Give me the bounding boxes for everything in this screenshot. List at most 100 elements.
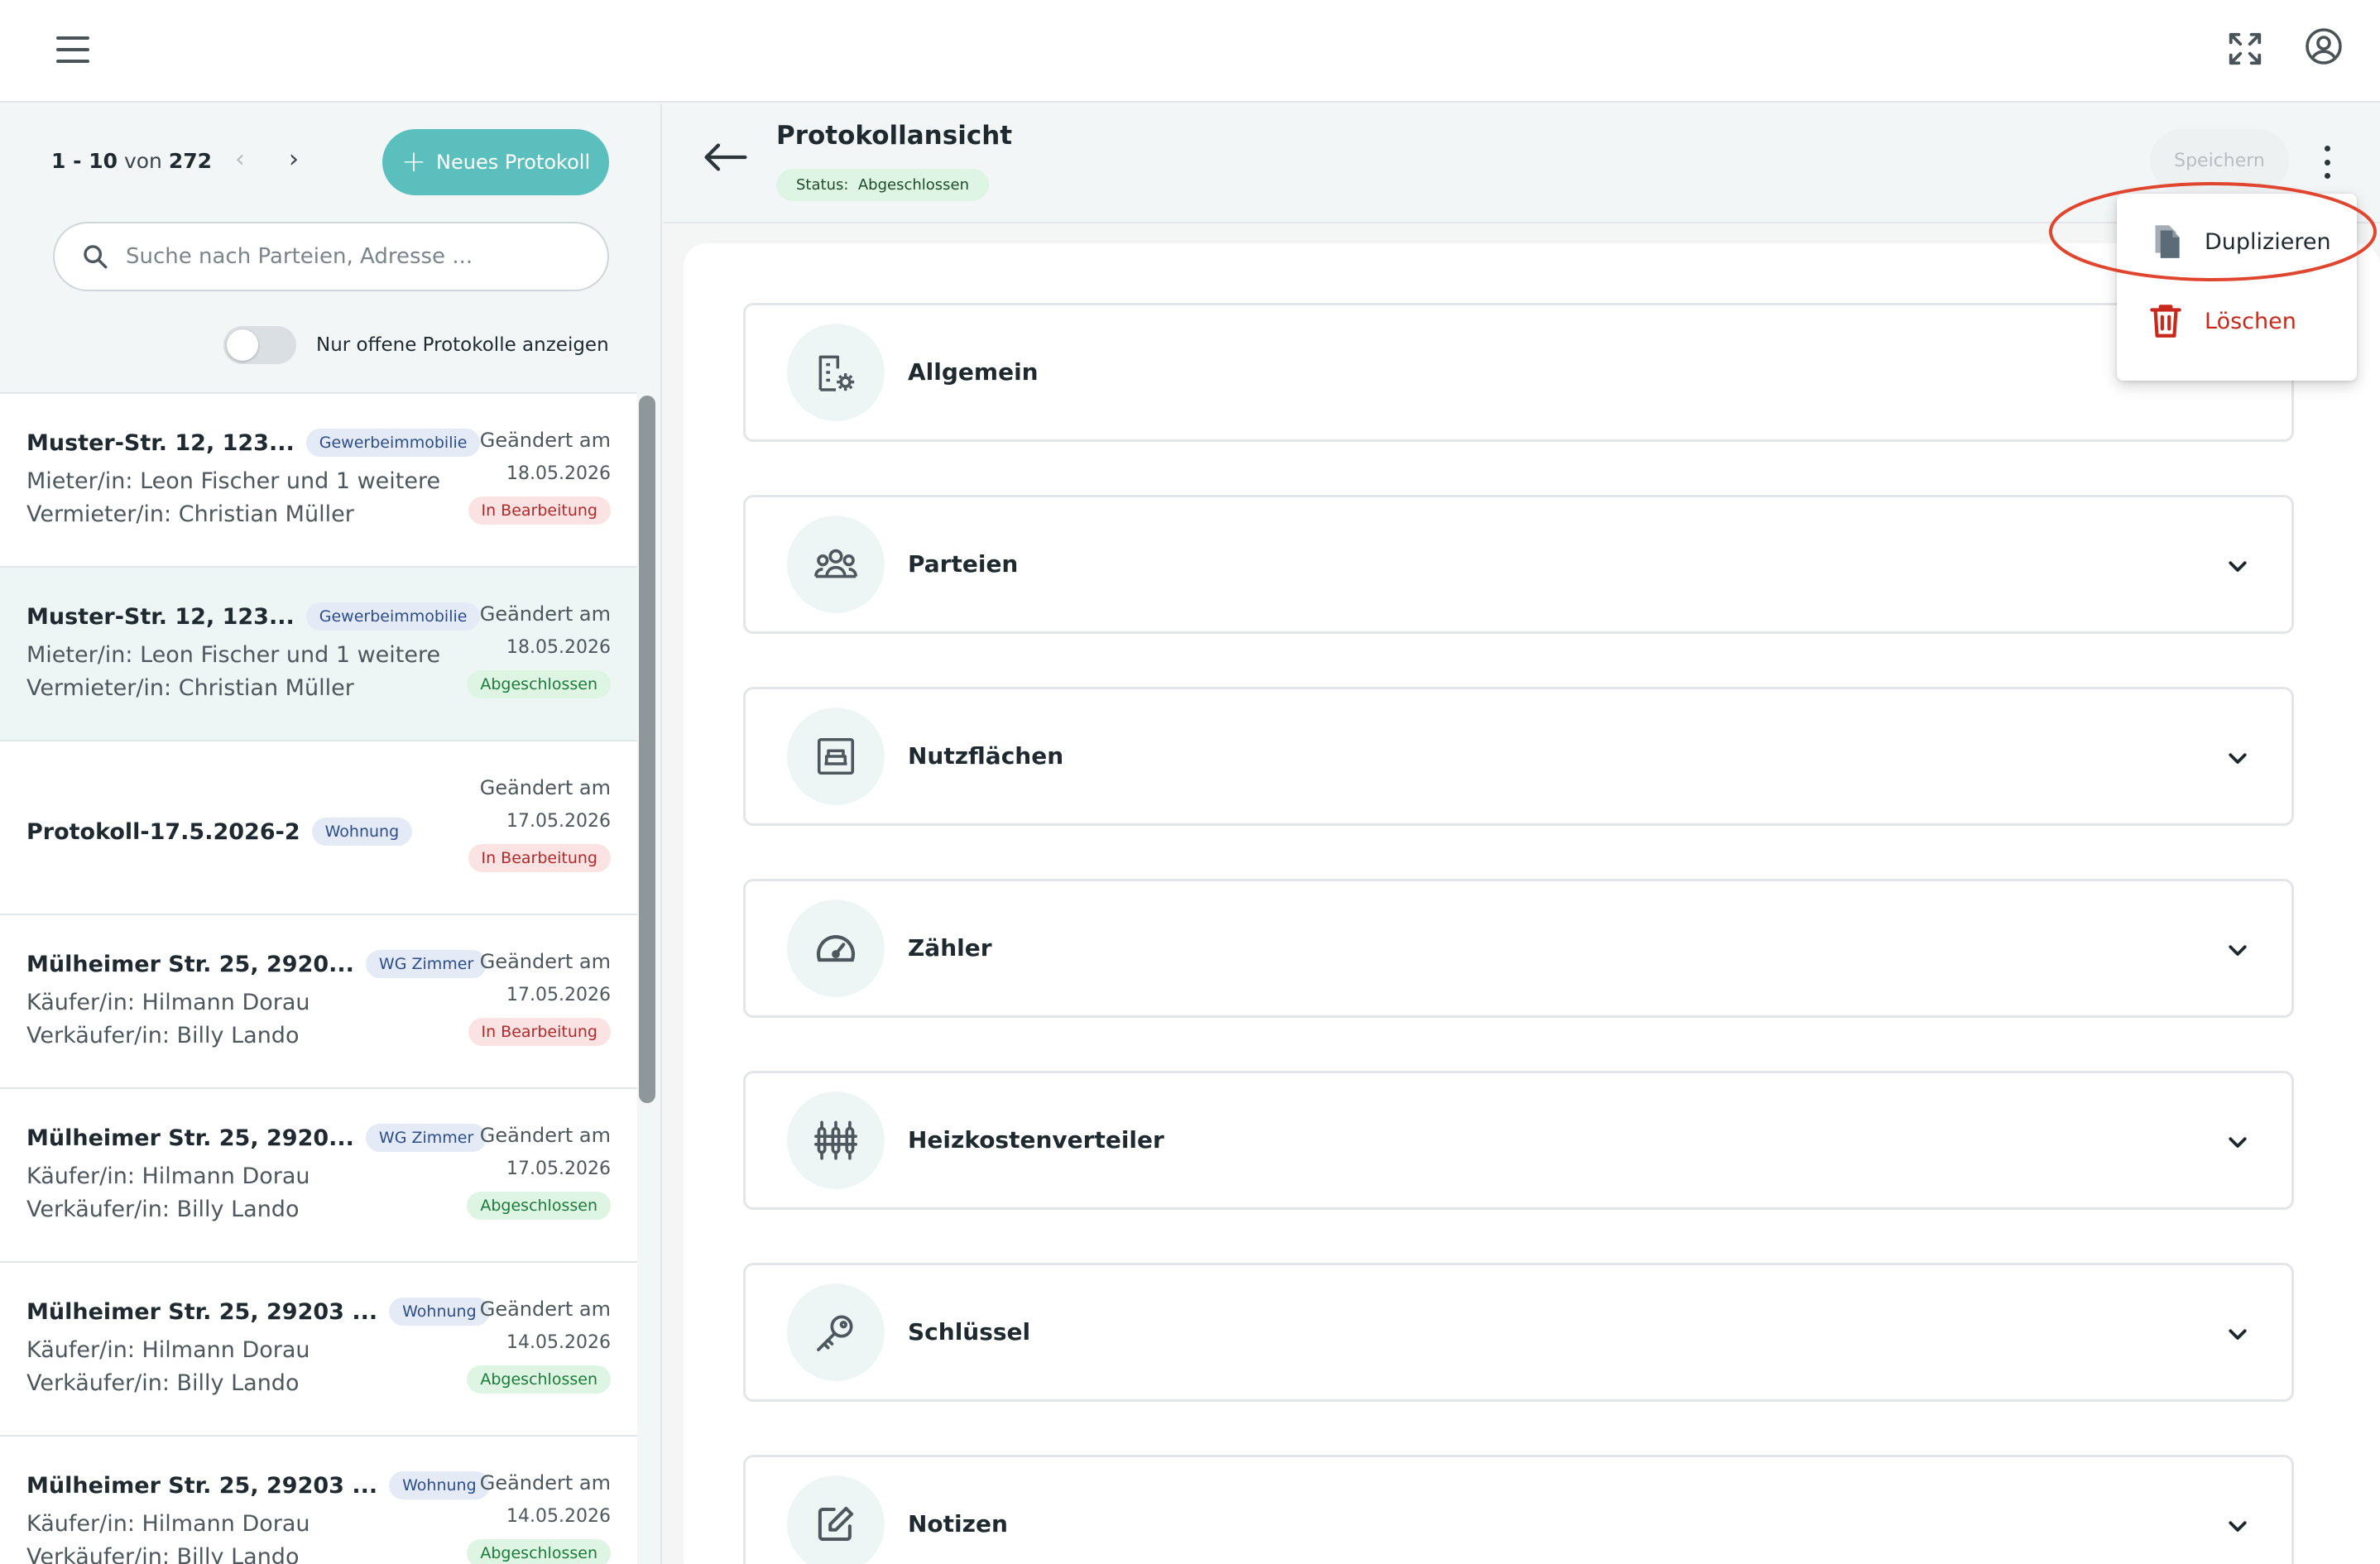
- item-title: Muster-Str. 12, 123... Gewerbeimmobilie: [26, 602, 481, 631]
- property-type-tag: WG Zimmer: [365, 1124, 487, 1152]
- property-type-tag: Wohnung: [311, 818, 413, 846]
- new-protocol-button[interactable]: + Neues Protokoll: [382, 129, 609, 195]
- section-allgemein[interactable]: Allgemein: [743, 303, 2294, 442]
- status-badge: Abgeschlossen: [467, 1365, 611, 1394]
- delete-menu-item[interactable]: Löschen: [2117, 281, 2357, 361]
- plus-icon: +: [401, 145, 427, 179]
- key-icon: [787, 1283, 885, 1381]
- property-type-tag: Gewerbeimmobilie: [305, 602, 481, 631]
- item-date: 18.05.2026: [506, 637, 611, 658]
- item-party-line: Käufer/in: Hilmann Dorau: [26, 1511, 310, 1537]
- item-title: Muster-Str. 12, 123... Gewerbeimmobilie: [26, 429, 481, 457]
- account-icon[interactable]: [2304, 26, 2344, 66]
- item-party-line: Verkäufer/in: Billy Lando: [26, 1023, 300, 1048]
- open-only-toggle[interactable]: [223, 326, 296, 364]
- section-heizkostenverteiler[interactable]: Heizkostenverteiler: [743, 1071, 2294, 1210]
- item-title: Mülheimer Str. 25, 2920... WG Zimmer: [26, 1124, 487, 1152]
- item-date: 14.05.2026: [506, 1506, 611, 1527]
- item-date: 18.05.2026: [506, 463, 611, 484]
- list-item[interactable]: Muster-Str. 12, 123... Gewerbeimmobilie M…: [0, 568, 637, 741]
- item-date: 14.05.2026: [506, 1332, 611, 1353]
- room-icon: [787, 708, 885, 805]
- item-party-line: Verkäufer/in: Billy Lando: [26, 1370, 300, 1396]
- section-parteien[interactable]: Parteien: [743, 495, 2294, 634]
- chevron-down-icon[interactable]: [2225, 1322, 2250, 1346]
- item-changed-label: Geändert am: [479, 776, 611, 799]
- item-party-line: Mieter/in: Leon Fischer und 1 weitere: [26, 642, 441, 668]
- duplicate-menu-item[interactable]: Duplizieren: [2117, 202, 2357, 281]
- item-title: Protokoll-17.5.2026-2 Wohnung: [26, 818, 413, 846]
- pagination-summary: 1 - 10 von 272: [51, 149, 213, 173]
- list-item[interactable]: Mülheimer Str. 25, 2920... WG Zimmer Käuf…: [0, 915, 637, 1089]
- search-field[interactable]: [53, 222, 609, 291]
- section-schluessel[interactable]: Schlüssel: [743, 1263, 2294, 1402]
- item-title: Mülheimer Str. 25, 29203 ... Wohnung: [26, 1298, 490, 1326]
- chevron-down-icon[interactable]: [2225, 1514, 2250, 1538]
- more-options-menu: Duplizieren Löschen: [2117, 194, 2357, 381]
- item-date: 17.05.2026: [506, 811, 611, 832]
- more-options-icon[interactable]: [2319, 146, 2335, 179]
- status-badge: Abgeschlossen: [467, 670, 611, 698]
- item-party-line: Vermieter/in: Christian Müller: [26, 675, 354, 701]
- list-item[interactable]: Mülheimer Str. 25, 29203 ... Wohnung Käuf…: [0, 1263, 637, 1437]
- building-settings-icon: [787, 324, 885, 421]
- section-nutzflaechen[interactable]: Nutzflächen: [743, 687, 2294, 826]
- item-changed-label: Geändert am: [479, 1471, 611, 1494]
- list-item[interactable]: Protokoll-17.5.2026-2 Wohnung Geändert am…: [0, 741, 637, 915]
- item-changed-label: Geändert am: [479, 950, 611, 973]
- section-notizen[interactable]: Notizen: [743, 1455, 2294, 1564]
- hamburger-menu-icon[interactable]: [55, 33, 91, 66]
- item-title: Mülheimer Str. 25, 2920... WG Zimmer: [26, 950, 487, 978]
- item-party-line: Vermieter/in: Christian Müller: [26, 501, 354, 527]
- section-label: Heizkostenverteiler: [908, 1126, 1164, 1154]
- fullscreen-icon[interactable]: [2226, 30, 2264, 68]
- section-label: Notizen: [908, 1510, 1008, 1538]
- next-page-button[interactable]: ›: [281, 147, 306, 172]
- chevron-down-icon[interactable]: [2225, 554, 2250, 578]
- item-party-line: Verkäufer/in: Billy Lando: [26, 1197, 300, 1222]
- section-label: Nutzflächen: [908, 742, 1064, 770]
- search-input[interactable]: [126, 244, 589, 269]
- open-only-toggle-label: Nur offene Protokolle anzeigen: [316, 334, 609, 356]
- list-scrollbar[interactable]: [639, 396, 655, 1103]
- trash-icon: [2150, 305, 2181, 338]
- list-item[interactable]: Muster-Str. 12, 123... Gewerbeimmobilie M…: [0, 394, 637, 568]
- status-badge: Abgeschlossen: [467, 1539, 611, 1564]
- save-button[interactable]: Speichern: [2150, 129, 2289, 192]
- item-date: 17.05.2026: [506, 1159, 611, 1179]
- item-changed-label: Geändert am: [479, 1124, 611, 1147]
- item-changed-label: Geändert am: [479, 429, 611, 452]
- top-bar: [0, 0, 2380, 103]
- section-label: Allgemein: [908, 358, 1039, 386]
- status-badge: In Bearbeitung: [468, 1018, 611, 1046]
- item-party-line: Käufer/in: Hilmann Dorau: [26, 1163, 310, 1189]
- chevron-down-icon[interactable]: [2225, 746, 2250, 770]
- back-arrow-icon[interactable]: [703, 141, 748, 174]
- section-label: Parteien: [908, 550, 1019, 578]
- list-item[interactable]: Mülheimer Str. 25, 29203 ... Wohnung Käuf…: [0, 1437, 637, 1564]
- page-title: Protokollansicht: [776, 121, 1013, 151]
- status-badge: In Bearbeitung: [468, 844, 611, 872]
- protocol-list-panel: 1 - 10 von 272 ‹ › + Neues Protokoll Nur…: [0, 104, 662, 1564]
- previous-page-button[interactable]: ‹: [228, 147, 252, 172]
- edit-icon: [787, 1475, 885, 1564]
- property-type-tag: Wohnung: [389, 1298, 490, 1326]
- status-badge: In Bearbeitung: [468, 497, 611, 525]
- item-changed-label: Geändert am: [479, 602, 611, 626]
- chevron-down-icon[interactable]: [2225, 938, 2250, 962]
- search-icon: [84, 245, 108, 269]
- protocol-list: Muster-Str. 12, 123... Gewerbeimmobilie M…: [0, 392, 637, 1564]
- gauge-icon: [787, 900, 885, 997]
- item-date: 17.05.2026: [506, 985, 611, 1005]
- people-icon: [787, 516, 885, 613]
- status-badge: Status: Abgeschlossen: [776, 169, 990, 201]
- list-item[interactable]: Mülheimer Str. 25, 2920... WG Zimmer Käuf…: [0, 1089, 637, 1263]
- chevron-down-icon[interactable]: [2225, 1130, 2250, 1154]
- section-label: Zähler: [908, 934, 992, 962]
- status-badge: Abgeschlossen: [467, 1192, 611, 1220]
- copy-icon: [2155, 225, 2180, 258]
- item-party-line: Mieter/in: Leon Fischer und 1 weitere: [26, 468, 441, 494]
- property-type-tag: WG Zimmer: [365, 950, 487, 978]
- item-party-line: Käufer/in: Hilmann Dorau: [26, 1337, 310, 1363]
- section-zaehler[interactable]: Zähler: [743, 879, 2294, 1018]
